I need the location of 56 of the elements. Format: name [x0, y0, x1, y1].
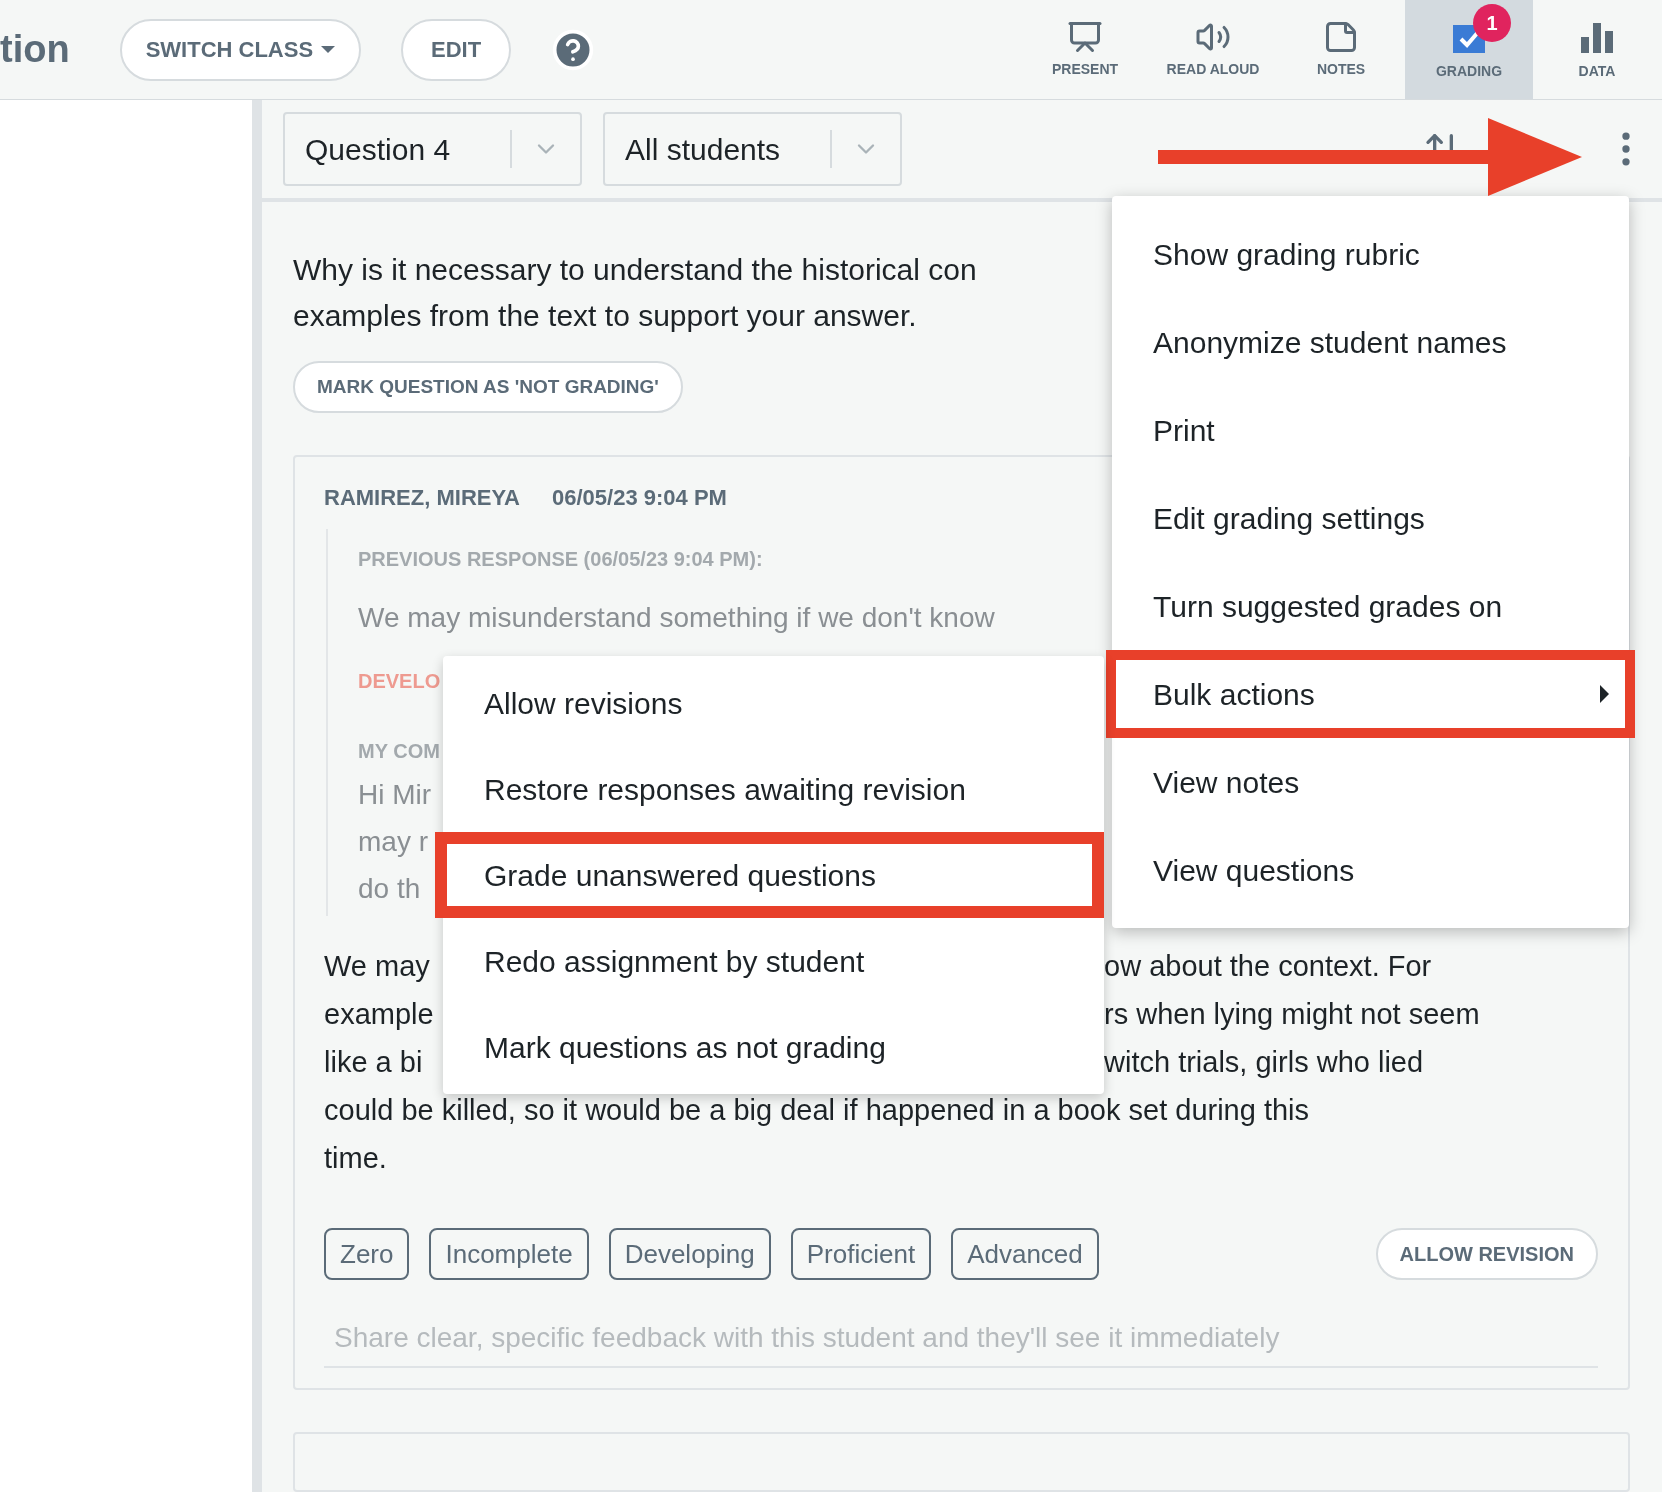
grade-chip[interactable]: Incomplete [429, 1228, 589, 1280]
answer-text: like a bi [324, 1046, 423, 1078]
menu-item[interactable]: Edit grading settings [1112, 474, 1629, 562]
comment-text: do th [358, 872, 421, 906]
notification-badge: 1 [1473, 4, 1511, 42]
grade-chip[interactable]: Advanced [951, 1228, 1099, 1280]
question-text: examples from the text to support your answer. [293, 298, 917, 334]
presentation-icon [1067, 19, 1103, 55]
allow-revision-button[interactable]: ALLOW REVISION [1375, 1228, 1598, 1280]
menu-item[interactable]: Allow revisions [443, 660, 1104, 746]
filter-dropdown[interactable]: All students [603, 112, 902, 186]
answer-text: We may [324, 950, 430, 982]
toolbar-button[interactable]: DATA [1533, 0, 1661, 99]
previous-response-text: We may misunderstand something if we don't know [358, 601, 995, 635]
menu-item[interactable]: Grade unanswered questions [435, 832, 1104, 918]
toolbar-button[interactable]: GRADING 1 [1405, 0, 1533, 99]
previous-response-heading: PREVIOUS RESPONSE (06/05/23 9:04 PM): [358, 547, 763, 572]
switch-class-button[interactable]: SWITCH CLASS [119, 18, 362, 81]
page-title: tion [0, 27, 70, 72]
filter-dropdown[interactable]: Question 4 [283, 112, 582, 186]
answer-text: rs when lying might not seem [1104, 997, 1480, 1032]
answer-text: example [324, 998, 434, 1030]
edit-button[interactable]: EDIT [401, 18, 512, 81]
question-text: Why is it necessary to understand the historical con [293, 252, 977, 288]
comment-text: Hi Mir [358, 778, 432, 812]
previous-grade: DEVELO [358, 669, 441, 694]
grade-chip[interactable]: Zero [324, 1228, 410, 1280]
answer-text: witch trials, girls who lied [1104, 1045, 1424, 1080]
grade-chip[interactable]: Proficient [790, 1228, 932, 1280]
menu-item[interactable]: Turn suggested grades on [1112, 562, 1629, 650]
menu-item[interactable]: Mark questions as not grading [443, 1004, 1104, 1090]
menu-item[interactable]: Show grading rubric [1112, 210, 1629, 298]
caret-icon [321, 46, 336, 53]
comment-heading: MY COM [358, 739, 440, 764]
response-time: 06/05/23 9:04 PM [552, 484, 727, 512]
menu-item[interactable]: View questions [1112, 826, 1629, 914]
feedback-field[interactable]: Share clear, specific feedback with this student and they'll see it immediately [324, 1310, 1598, 1368]
answer-text: could be killed, so it would be a big deal if happened in a book set during this [324, 1094, 1310, 1126]
menu-item[interactable]: Print [1112, 386, 1629, 474]
grade-chip[interactable]: Developing [608, 1228, 771, 1280]
toolbar-button[interactable]: PRESENT [1021, 0, 1149, 99]
help-icon[interactable] [551, 27, 596, 72]
menu-item[interactable]: Anonymize student names [1112, 298, 1629, 386]
menu-item[interactable]: Bulk actions [1106, 650, 1635, 738]
menu-item[interactable]: Restore responses awaiting revision [443, 746, 1104, 832]
mark-not-grading-button[interactable]: MARK QUESTION AS 'NOT GRADING' [293, 361, 683, 413]
comment-text: may r [358, 825, 428, 859]
toolbar-button[interactable]: READ ALOUD [1149, 0, 1277, 99]
toolbar-button[interactable]: NOTES [1277, 0, 1405, 99]
note-icon [1323, 19, 1359, 55]
student-name: RAMIREZ, MIREYA [324, 484, 520, 512]
answer-text: time. [324, 1142, 387, 1174]
menu-item[interactable]: Redo assignment by student [443, 918, 1104, 1004]
menu-item[interactable]: View notes [1112, 738, 1629, 826]
answer-text: ow about the context. For [1104, 949, 1432, 984]
caret-right-icon [1600, 685, 1609, 703]
